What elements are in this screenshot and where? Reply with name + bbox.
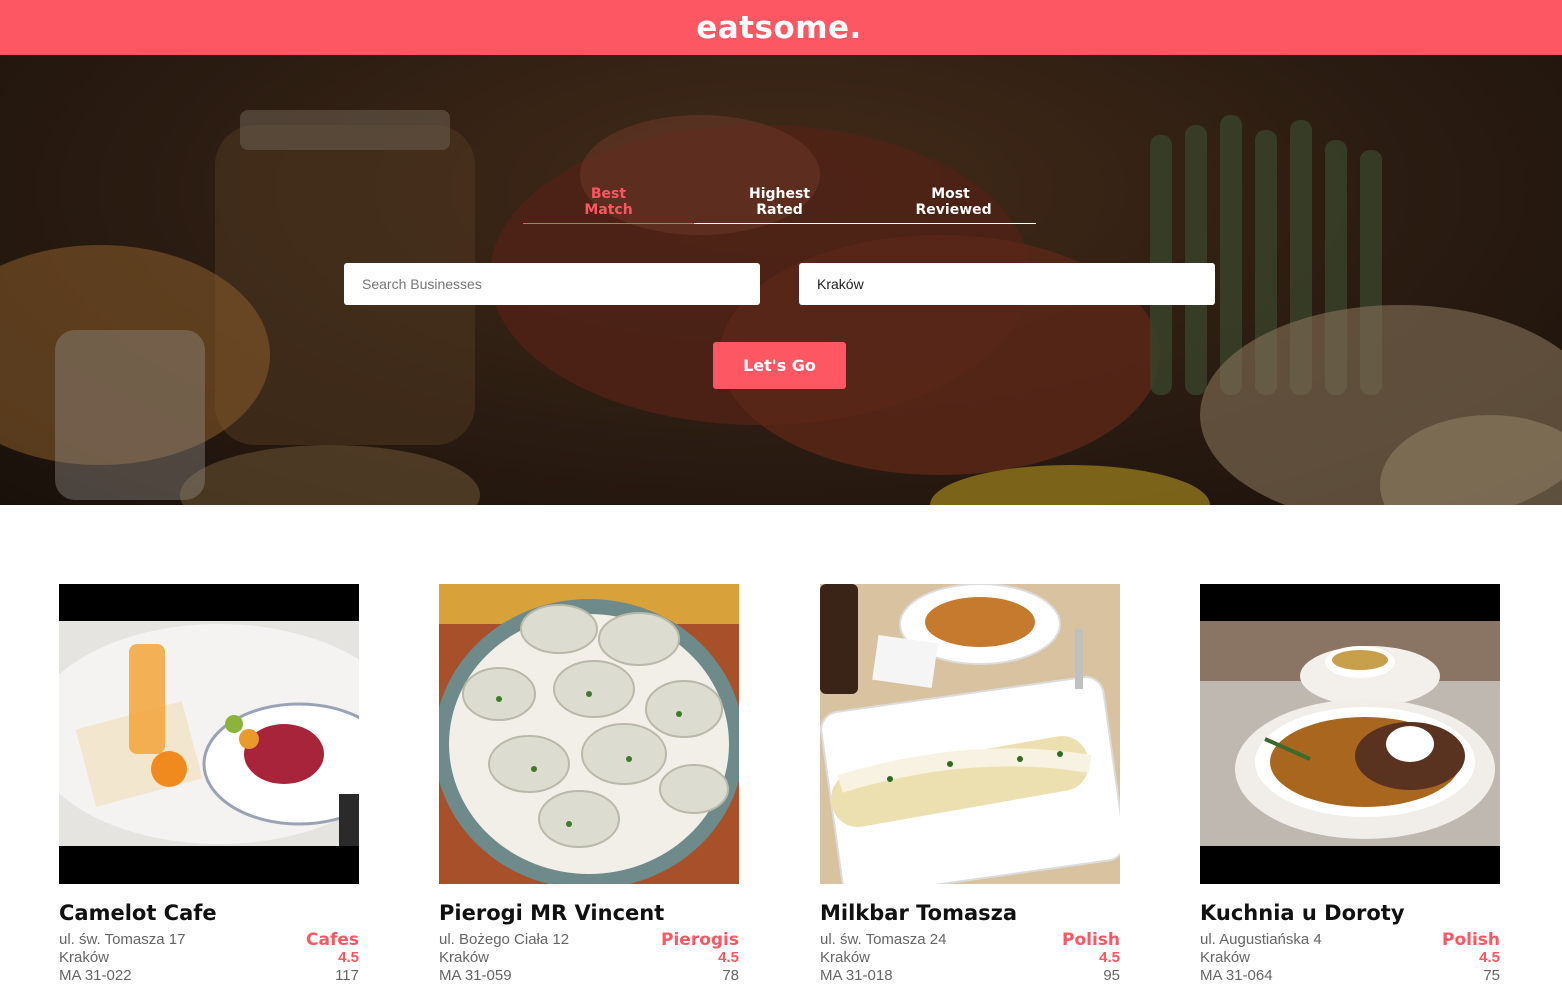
business-name[interactable]: Milkbar Tomasza (820, 901, 1120, 925)
logo[interactable]: eatsome. (696, 10, 862, 46)
top-bar: eatsome. (0, 0, 1562, 55)
search-businesses-input[interactable] (344, 263, 760, 305)
business-stats: Polish 4.5 95 (1062, 931, 1120, 985)
business-photo[interactable] (59, 584, 359, 884)
lets-go-button[interactable]: Let's Go (713, 342, 846, 389)
business-stats: Polish 4.5 75 (1442, 931, 1500, 985)
tab-highest-rated-label: Highest Rated (748, 186, 811, 218)
tab-most-reviewed[interactable]: Most Reviewed (865, 186, 1036, 223)
business-meta: ul. św. Tomasza 17 Kraków MA 31-022 Cafe… (59, 931, 359, 985)
business-name[interactable]: Pierogi MR Vincent (439, 901, 739, 925)
address-city: Kraków (820, 949, 871, 966)
business-card[interactable]: Milkbar Tomasza ul. św. Tomasza 24 Krakó… (820, 584, 1120, 985)
business-review-count: 75 (1483, 967, 1500, 984)
business-stats: Cafes 4.5 117 (306, 931, 359, 985)
business-rating: 4.5 (1099, 949, 1120, 966)
business-card[interactable]: Camelot Cafe ul. św. Tomasza 17 Kraków M… (59, 584, 359, 985)
hero-section: Best Match Highest Rated Most Reviewed L… (0, 55, 1562, 505)
address-zip: MA 31-064 (1200, 967, 1273, 984)
business-photo[interactable] (1200, 584, 1500, 884)
business-category: Pierogis (661, 930, 739, 950)
business-stats: Pierogis 4.5 78 (661, 931, 739, 985)
address-street: ul. św. Tomasza 17 (59, 931, 186, 948)
business-review-count: 78 (722, 967, 739, 984)
business-category: Polish (1441, 930, 1500, 950)
business-address: ul. św. Tomasza 24 Kraków MA 31-018 (820, 931, 946, 985)
business-name[interactable]: Camelot Cafe (59, 901, 359, 925)
address-zip: MA 31-022 (59, 967, 132, 984)
address-zip: MA 31-018 (820, 967, 893, 984)
business-address: ul. Bożego Ciała 12 Kraków MA 31-059 (439, 931, 569, 985)
tab-best-match-label: Best Match (584, 186, 633, 218)
business-photo[interactable] (820, 584, 1120, 884)
address-street: ul. św. Tomasza 24 (820, 931, 947, 948)
business-review-count: 95 (1103, 967, 1120, 984)
business-category: Cafes (306, 930, 359, 950)
sort-tabs: Best Match Highest Rated Most Reviewed (523, 186, 1036, 224)
tab-most-reviewed-label: Most Reviewed (915, 186, 992, 218)
business-card[interactable]: Kuchnia u Doroty ul. Augustiańska 4 Krak… (1200, 584, 1500, 985)
business-meta: ul. Augustiańska 4 Kraków MA 31-064 Poli… (1200, 931, 1500, 985)
business-name[interactable]: Kuchnia u Doroty (1200, 901, 1500, 925)
business-rating: 4.5 (718, 949, 739, 966)
business-photo[interactable] (439, 584, 739, 884)
tab-best-match[interactable]: Best Match (523, 186, 694, 224)
address-street: ul. Augustiańska 4 (1200, 931, 1322, 948)
business-rating: 4.5 (338, 949, 359, 966)
business-category: Polish (1061, 930, 1120, 950)
business-meta: ul. Bożego Ciała 12 Kraków MA 31-059 Pie… (439, 931, 739, 985)
address-city: Kraków (439, 949, 490, 966)
tab-highest-rated[interactable]: Highest Rated (694, 186, 865, 223)
business-card[interactable]: Pierogi MR Vincent ul. Bożego Ciała 12 K… (439, 584, 739, 985)
business-address: ul. Augustiańska 4 Kraków MA 31-064 (1200, 931, 1322, 985)
address-city: Kraków (1200, 949, 1251, 966)
business-meta: ul. św. Tomasza 24 Kraków MA 31-018 Poli… (820, 931, 1120, 985)
location-input[interactable] (799, 263, 1215, 305)
hero-background-image (0, 55, 1562, 505)
address-zip: MA 31-059 (439, 967, 512, 984)
address-city: Kraków (59, 949, 110, 966)
address-street: ul. Bożego Ciała 12 (439, 931, 570, 948)
business-rating: 4.5 (1479, 949, 1500, 966)
business-address: ul. św. Tomasza 17 Kraków MA 31-022 (59, 931, 185, 985)
business-review-count: 117 (335, 967, 359, 984)
